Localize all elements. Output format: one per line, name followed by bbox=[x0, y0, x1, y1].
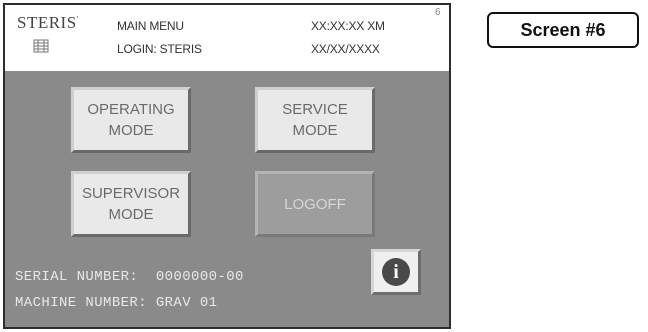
header-bar: STERIS' MAIN MENU LOGIN: STERIS XX:XX:XX… bbox=[5, 5, 449, 73]
clock-date: XX/XX/XXXX bbox=[311, 42, 380, 56]
clock-time: XX:XX:XX XM bbox=[311, 19, 385, 33]
supervisor-mode-label-2: MODE bbox=[108, 206, 154, 223]
touchscreen-panel: STERIS' MAIN MENU LOGIN: STERIS XX:XX:XX… bbox=[3, 3, 451, 329]
service-mode-button[interactable]: SERVICE MODE bbox=[255, 87, 375, 153]
steris-logo-icon bbox=[33, 39, 49, 53]
supervisor-mode-label-1: SUPERVISOR bbox=[81, 185, 181, 202]
menu-title: MAIN MENU bbox=[117, 19, 184, 33]
main-menu-area: OPERATING MODE SERVICE MODE SUPERVISOR M… bbox=[5, 71, 449, 327]
operating-mode-button[interactable]: OPERATING MODE bbox=[71, 87, 191, 153]
serial-number: SERIAL NUMBER: 0000000-00 bbox=[15, 269, 244, 285]
info-icon: i bbox=[382, 258, 410, 286]
screen-number: 6 bbox=[435, 7, 441, 18]
login-user: LOGIN: STERIS bbox=[117, 42, 202, 56]
service-mode-label-1: SERVICE bbox=[282, 101, 348, 118]
info-button[interactable]: i bbox=[371, 249, 421, 295]
service-mode-label-2: MODE bbox=[292, 122, 338, 139]
operating-mode-label-1: OPERATING bbox=[87, 101, 175, 118]
machine-number: MACHINE NUMBER: GRAV 01 bbox=[15, 295, 218, 311]
operating-mode-label-2: MODE bbox=[108, 122, 154, 139]
brand-logo-text: STERIS' bbox=[17, 13, 79, 32]
logoff-button[interactable]: LOGOFF bbox=[255, 171, 375, 237]
logoff-label: LOGOFF bbox=[284, 195, 346, 213]
screen-label: Screen #6 bbox=[487, 12, 639, 48]
supervisor-mode-button[interactable]: SUPERVISOR MODE bbox=[71, 171, 191, 237]
